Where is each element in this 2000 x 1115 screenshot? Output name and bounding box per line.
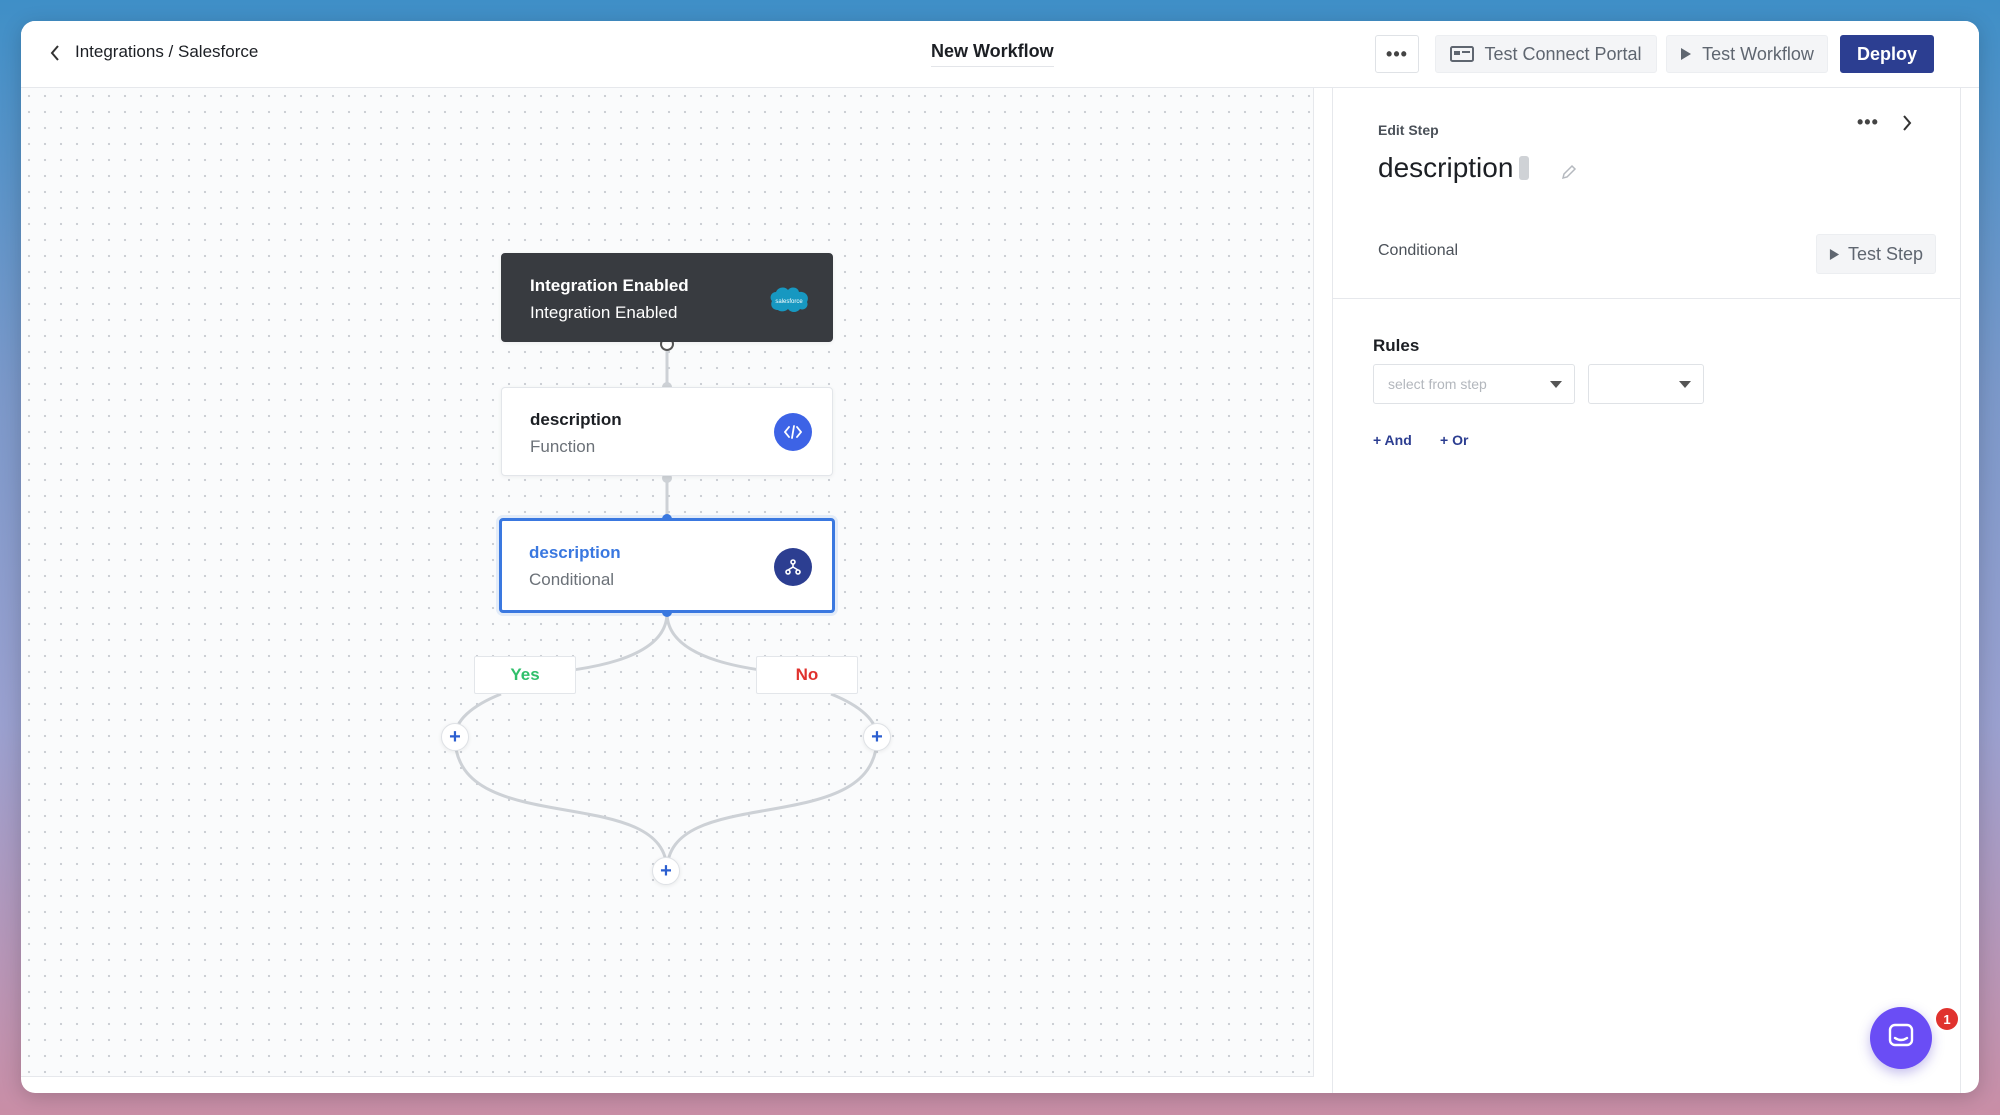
add-or-rule-link[interactable]: + Or [1440,432,1468,448]
caret-down-icon [1550,381,1562,388]
test-step-button[interactable]: Test Step [1816,234,1936,274]
plus-icon: + [660,860,672,882]
node-subtitle: Integration Enabled [530,303,678,322]
play-icon [1680,47,1692,61]
workflow-title[interactable]: New Workflow [931,41,1054,67]
notification-badge: 1 [1934,1006,1960,1032]
add-step-no-button[interactable]: + [863,723,891,751]
chat-launcher-button[interactable] [1870,1007,1932,1069]
app-window: Integration Enabled Integration Enabled … [21,21,1979,1093]
node-title: Integration Enabled [530,276,689,295]
branch-yes-label: Yes [474,656,576,694]
text-cursor [1519,156,1530,180]
panel-header: Edit Step ••• description Conditional Te… [1333,88,1960,299]
play-icon [1829,248,1840,261]
select-from-step-dropdown[interactable]: select from step [1373,364,1575,404]
node-title: description [529,543,621,562]
edit-step-label: Edit Step [1378,122,1439,138]
test-workflow-label: Test Workflow [1702,43,1814,64]
chevron-right-icon[interactable] [1901,112,1913,138]
salesforce-logo-icon: salesforce [768,284,812,314]
plus-icon: + [449,726,461,748]
add-step-merge-button[interactable]: + [652,857,680,885]
ellipsis-icon: ••• [1386,43,1408,64]
node-function[interactable]: description Function [501,387,833,476]
back-chevron-icon[interactable] [43,41,67,65]
node-trigger[interactable]: Integration Enabled Integration Enabled … [501,253,833,342]
node-subtitle: Function [530,437,596,456]
chat-icon [1887,1022,1915,1055]
caret-down-icon [1679,381,1691,388]
edit-step-panel: Edit Step ••• description Conditional Te… [1332,88,1961,1093]
pencil-icon[interactable] [1561,164,1577,185]
step-type-label: Conditional [1378,242,1459,259]
step-name-field[interactable]: description [1378,152,1530,184]
branch-icon [774,548,812,586]
add-and-rule-link[interactable]: + And [1373,432,1412,448]
test-connect-portal-label: Test Connect Portal [1484,43,1642,64]
select-placeholder: select from step [1388,376,1487,392]
test-connect-portal-button[interactable]: Test Connect Portal [1435,35,1657,73]
step-name-text: description [1378,152,1514,183]
deploy-button[interactable]: Deploy [1840,35,1934,73]
code-icon [774,413,812,451]
operator-dropdown[interactable] [1588,364,1704,404]
panel-more-button[interactable]: ••• [1857,112,1879,133]
node-title: description [530,410,622,429]
top-header: Integrations / Salesforce New Workflow •… [21,21,1979,88]
rules-heading: Rules [1373,336,1420,355]
test-workflow-button[interactable]: Test Workflow [1666,35,1828,73]
test-step-label: Test Step [1847,243,1924,264]
breadcrumb[interactable]: Integrations / Salesforce [75,42,258,62]
node-conditional[interactable]: description Conditional [499,518,835,613]
portal-window-icon [1450,46,1475,62]
node-subtitle: Conditional [529,570,615,589]
plus-icon: + [871,726,883,748]
add-step-yes-button[interactable]: + [441,723,469,751]
branch-no-label: No [756,656,858,694]
more-options-button[interactable]: ••• [1375,35,1419,73]
svg-text:salesforce: salesforce [775,299,803,305]
